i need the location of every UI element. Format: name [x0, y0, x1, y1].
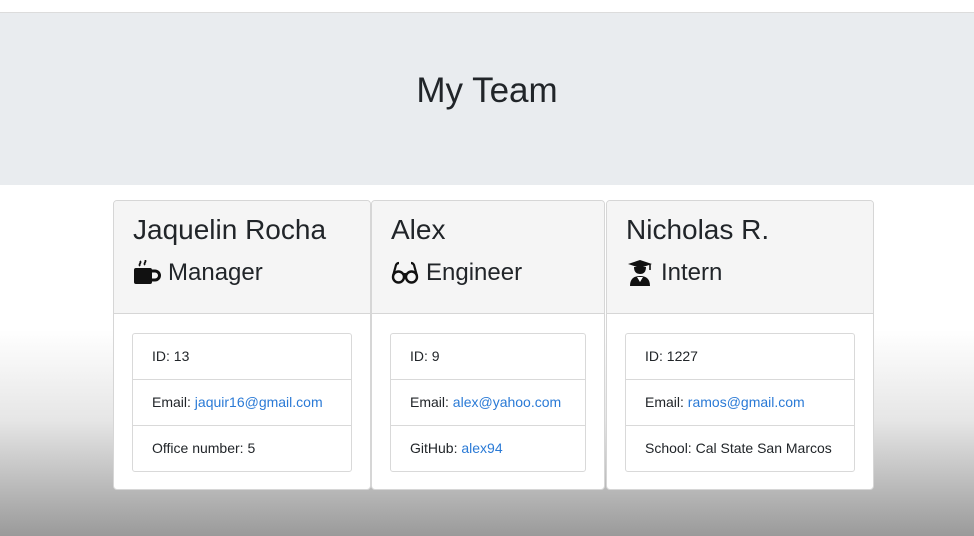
office-number-label: Office number: — [152, 440, 244, 456]
info-list: ID: 13 Email: jaquir16@gmail.com Office … — [132, 333, 352, 472]
role-label: Engineer — [426, 258, 523, 286]
employee-role: Intern — [626, 258, 855, 286]
id-value: 13 — [173, 348, 190, 364]
email-row: Email: jaquir16@gmail.com — [133, 380, 351, 426]
school-row: School: Cal State San Marcos — [626, 426, 854, 471]
employee-name: Alex — [391, 214, 446, 245]
id-row: ID: 9 — [391, 334, 585, 380]
id-value: 1227 — [666, 348, 698, 364]
employee-card-engineer: Alex Engineer ID: 9 Email: alex@yahoo.co… — [371, 200, 605, 490]
mug-icon — [134, 259, 161, 284]
page-title: My Team — [416, 71, 558, 110]
email-label: Email: — [152, 394, 191, 410]
office-number-row: Office number: 5 — [133, 426, 351, 471]
card-header: Alex Engineer — [372, 201, 604, 314]
card-header: Nicholas R. Intern — [607, 201, 873, 314]
card-body: ID: 1227 Email: ramos@gmail.com School: … — [607, 314, 873, 472]
email-link[interactable]: jaquir16@gmail.com — [195, 394, 323, 410]
id-value: 9 — [431, 348, 440, 364]
github-label: GitHub: — [410, 440, 458, 456]
school-label: School: — [645, 440, 692, 456]
id-label: ID: — [410, 348, 428, 364]
id-row: ID: 1227 — [626, 334, 854, 380]
email-link[interactable]: alex@yahoo.com — [453, 394, 561, 410]
glasses-icon — [391, 261, 419, 284]
employee-role: Engineer — [391, 258, 586, 286]
id-label: ID: — [645, 348, 663, 364]
info-list: ID: 9 Email: alex@yahoo.com GitHub: alex… — [390, 333, 586, 472]
employee-name: Nicholas R. — [626, 214, 770, 245]
graduate-icon — [628, 259, 652, 286]
email-row: Email: ramos@gmail.com — [626, 380, 854, 426]
role-label: Intern — [661, 258, 723, 286]
employee-card-manager: Jaquelin Rocha Manager ID: 13 Email: jaq… — [113, 200, 371, 490]
email-label: Email: — [645, 394, 684, 410]
github-link[interactable]: alex94 — [461, 440, 502, 456]
id-row: ID: 13 — [133, 334, 351, 380]
email-label: Email: — [410, 394, 449, 410]
role-label: Manager — [168, 258, 263, 286]
browser-top-strip — [0, 0, 974, 13]
employee-card-intern: Nicholas R. Intern ID: 1227 Email: ramos… — [606, 200, 874, 490]
id-label: ID: — [152, 348, 170, 364]
github-row: GitHub: alex94 — [391, 426, 585, 471]
school-value: Cal State San Marcos — [695, 440, 832, 456]
employee-role: Manager — [133, 258, 352, 286]
card-body: ID: 9 Email: alex@yahoo.com GitHub: alex… — [372, 314, 604, 472]
employee-name: Jaquelin Rocha — [133, 214, 327, 245]
office-number-value: 5 — [247, 440, 256, 456]
email-link[interactable]: ramos@gmail.com — [688, 394, 805, 410]
info-list: ID: 1227 Email: ramos@gmail.com School: … — [625, 333, 855, 472]
email-row: Email: alex@yahoo.com — [391, 380, 585, 426]
card-body: ID: 13 Email: jaquir16@gmail.com Office … — [114, 314, 370, 472]
card-header: Jaquelin Rocha Manager — [114, 201, 370, 314]
